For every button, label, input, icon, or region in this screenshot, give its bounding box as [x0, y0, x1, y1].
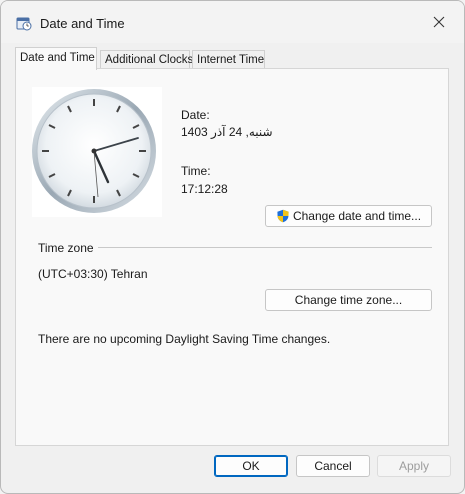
date-time-icon: [16, 15, 32, 31]
tab-date-and-time[interactable]: Date and Time: [15, 47, 97, 70]
dst-note: There are no upcoming Daylight Saving Ti…: [38, 332, 331, 346]
analog-clock: [32, 87, 162, 217]
change-date-time-button[interactable]: Change date and time...: [265, 205, 432, 227]
close-button[interactable]: [417, 6, 461, 38]
date-value: شنبه, 24 آذر 1403: [181, 125, 273, 139]
ok-button[interactable]: OK: [214, 455, 288, 477]
time-zone-divider: [98, 247, 432, 248]
time-zone-value: (UTC+03:30) Tehran: [38, 267, 148, 281]
cancel-button[interactable]: Cancel: [296, 455, 370, 477]
time-zone-heading: Time zone: [38, 241, 94, 255]
time-value: 17:12:28: [181, 182, 228, 196]
apply-button[interactable]: Apply: [377, 455, 451, 477]
tab-additional-clocks[interactable]: Additional Clocks: [100, 50, 193, 69]
change-time-zone-button[interactable]: Change time zone...: [265, 289, 432, 311]
close-icon: [433, 16, 445, 28]
clock-face-icon: [32, 89, 156, 213]
uac-shield-icon: [277, 209, 289, 223]
tab-internet-time[interactable]: Internet Time: [192, 50, 265, 69]
time-label: Time:: [181, 164, 211, 178]
date-label: Date:: [181, 108, 210, 122]
date-time-dialog: Date and Time Date and Time Additional C…: [0, 0, 465, 494]
title-bar: Date and Time: [1, 1, 464, 43]
window-title: Date and Time: [40, 16, 125, 31]
change-date-time-label: Change date and time...: [292, 209, 422, 223]
